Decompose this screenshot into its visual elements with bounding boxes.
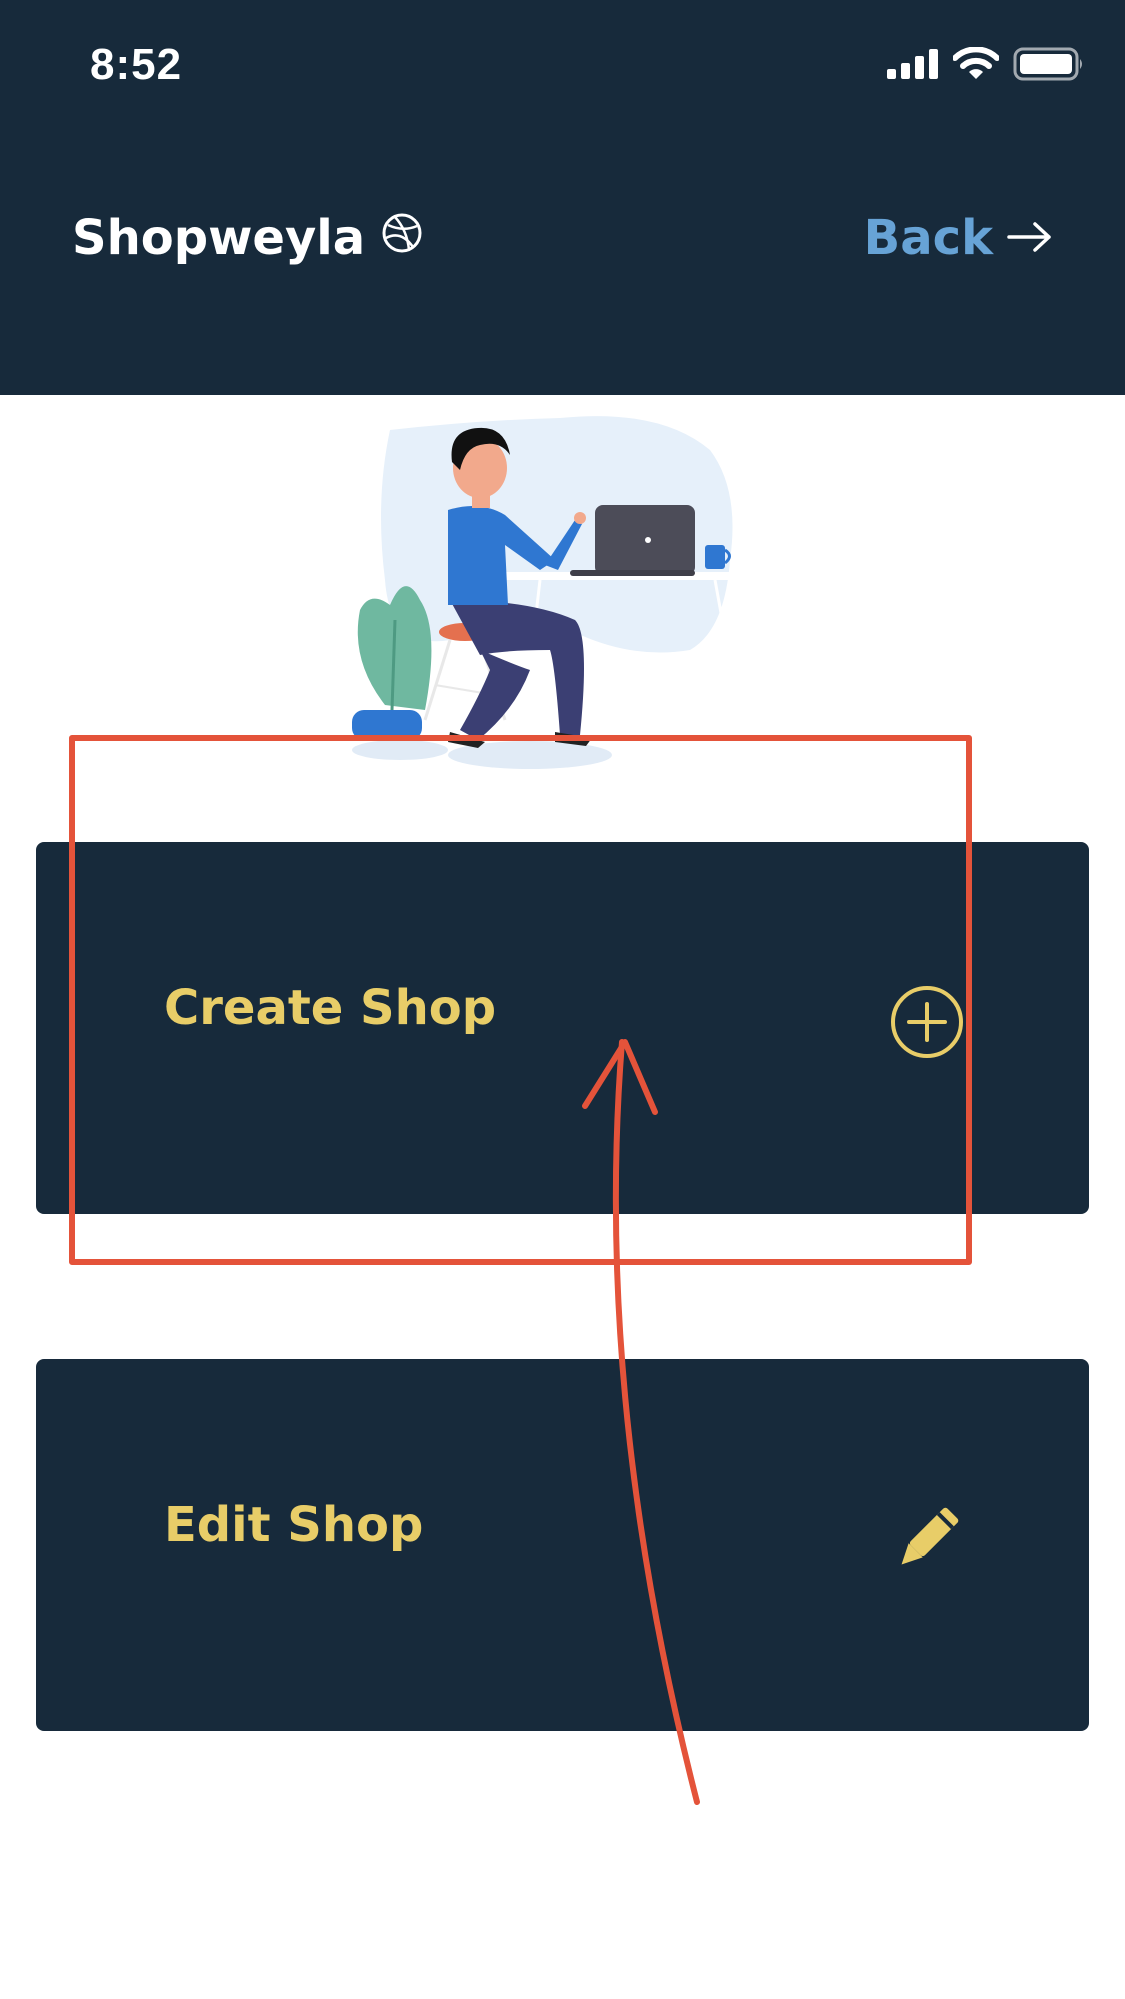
dribbble-icon [381,210,423,266]
status-time: 8:52 [90,40,183,89]
back-label: Back [863,210,993,266]
app-header: 8:52 Shopweyla Back [0,0,1125,395]
person-at-desk-illustration [330,410,800,780]
battery-icon [1013,47,1085,85]
arrow-right-icon [1007,210,1053,266]
wifi-icon [952,46,1000,85]
cellular-signal-icon [887,49,939,83]
app-title: Shopweyla [72,210,423,266]
status-icons [887,46,1085,86]
pencil-icon [889,1501,965,1577]
back-button[interactable]: Back [864,210,1053,266]
edit-shop-label: Edit Shop [164,1497,424,1553]
edit-shop-button[interactable]: Edit Shop [36,1359,1089,1731]
app-title-text: Shopweyla [72,210,366,266]
plus-circle-icon [889,984,965,1060]
create-shop-label: Create Shop [164,980,497,1036]
create-shop-button[interactable]: Create Shop [36,842,1089,1214]
